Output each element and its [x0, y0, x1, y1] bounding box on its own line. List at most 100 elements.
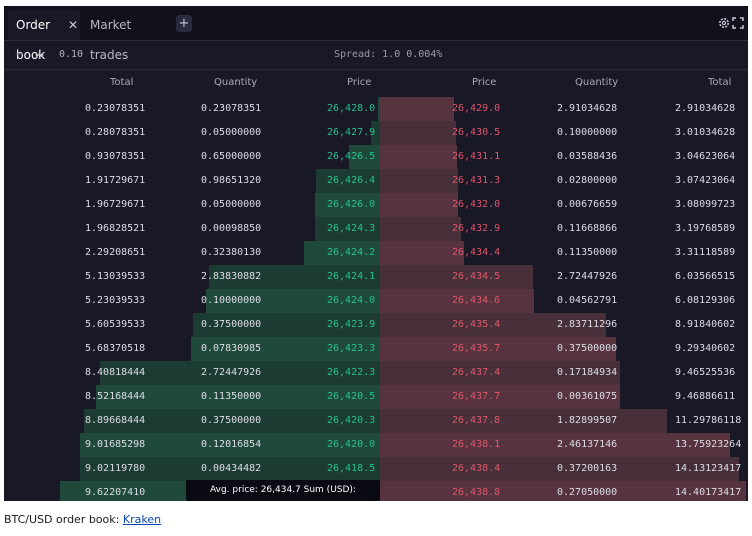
bid-total-cell: 8.89668444 — [85, 415, 146, 426]
ask-depth-bar — [380, 169, 458, 193]
bid-total-cell: 5.13039533 — [85, 271, 146, 282]
ask-quantity-cell: 0.02800000 — [557, 175, 618, 186]
ask-price-cell: 26,430.5 — [452, 127, 501, 138]
bid-price-cell: 26,424.0 — [327, 295, 376, 306]
bid-total-cell: 9.62207410 — [85, 487, 146, 498]
ask-total-cell: 3.08099723 — [675, 199, 736, 210]
ask-total-cell: 13.75923264 — [675, 439, 742, 450]
table-row[interactable]: 5.13039533 2.83830882 26,424.1 26,434.5 2.72… — [4, 265, 748, 289]
add-tab-button[interactable]: + — [176, 15, 192, 32]
table-row[interactable]: 5.68370518 0.07830985 26,423.3 26,435.7 0.37… — [4, 337, 748, 361]
bid-total-cell: 1.96828521 — [85, 223, 146, 234]
ask-depth-bar — [380, 121, 456, 145]
table-row[interactable]: 0.93078351 0.65000000 26,426.5 26,431.1 0.03… — [4, 145, 748, 169]
spread-indicator: Spread: 1.0 0.004% — [334, 49, 443, 60]
table-row[interactable]: 1.96729671 0.05000000 26,426.0 26,432.0 0.00… — [4, 193, 748, 217]
bid-price-cell: 26,426.0 — [327, 199, 376, 210]
ask-quantity-cell: 0.11350000 — [557, 247, 618, 258]
bid-total-cell: 9.02119780 — [85, 463, 146, 474]
tab-order-book[interactable]: Order book ✕ — [8, 10, 80, 62]
ask-quantity-cell: 0.37500000 — [557, 343, 618, 354]
ask-price-cell: 26,431.3 — [452, 175, 501, 186]
bid-quantity-cell: 0.23078351 — [201, 103, 262, 114]
decrease-grouping-button[interactable]: − — [15, 48, 25, 61]
bid-price-cell: 26,423.3 — [327, 343, 376, 354]
bid-total-cell: 5.60539533 — [85, 319, 146, 330]
ask-total-cell: 9.46525536 — [675, 367, 736, 378]
order-book-widget: Order book ✕ Market trades + − + 0.10 Sp… — [4, 6, 748, 501]
ask-quantity-cell: 0.00676659 — [557, 199, 618, 210]
bid-price-cell: 26,424.1 — [327, 271, 376, 282]
depth-tooltip: Avg. price: 26,434.7 Sum (USD): 380,706.… — [186, 480, 380, 501]
table-row[interactable]: 9.02119780 0.00434482 26,418.5 26,438.4 0.37… — [4, 457, 748, 481]
bid-price-cell: 26,420.0 — [327, 439, 376, 450]
bid-quantity-cell: 0.37500000 — [201, 415, 262, 426]
bid-quantity-cell: 0.10000000 — [201, 295, 262, 306]
ask-quantity-cell: 0.27050000 — [557, 487, 618, 498]
gear-icon[interactable] — [718, 17, 730, 29]
ask-total-cell: 3.31118589 — [675, 247, 736, 258]
fullscreen-icon[interactable] — [732, 17, 744, 29]
caption: BTC/USD order book: Kraken — [4, 512, 161, 528]
bid-total-cell: 0.23078351 — [85, 103, 146, 114]
table-row[interactable]: 8.52168444 0.11350000 26,420.5 26,437.7 0.00… — [4, 385, 748, 409]
ask-quantity-cell: 2.91034628 — [557, 103, 618, 114]
ask-total-cell: 3.07423064 — [675, 175, 736, 186]
table-row[interactable]: 1.96828521 0.00098850 26,424.3 26,432.9 0.11… — [4, 217, 748, 241]
ask-price-cell: 26,434.5 — [452, 271, 501, 282]
ask-depth-bar — [380, 145, 457, 169]
table-row[interactable]: 0.23078351 0.23078351 26,428.0 26,429.0 2.91… — [4, 97, 748, 121]
kraken-link[interactable]: Kraken — [123, 513, 161, 526]
bid-total-cell: 2.29208651 — [85, 247, 146, 258]
table-row[interactable]: 2.29208651 0.32380130 26,424.2 26,434.4 0.11… — [4, 241, 748, 265]
ask-quantity-cell: 0.00361075 — [557, 391, 618, 402]
ask-total-cell: 9.46886611 — [675, 391, 736, 402]
header-ask-total: Total — [708, 77, 732, 88]
close-icon[interactable]: ✕ — [68, 10, 78, 40]
ask-quantity-cell: 2.72447926 — [557, 271, 618, 282]
table-row[interactable]: 0.28078351 0.05000000 26,427.9 26,430.5 0.10… — [4, 121, 748, 145]
table-row[interactable]: 8.89668444 0.37500000 26,420.3 26,437.8 1.82… — [4, 409, 748, 433]
ask-price-cell: 26,429.0 — [452, 103, 501, 114]
bid-total-cell: 9.01685298 — [85, 439, 146, 450]
bid-quantity-cell: 0.00434482 — [201, 463, 262, 474]
bid-price-cell: 26,422.3 — [327, 367, 376, 378]
ask-depth-bar — [380, 193, 458, 217]
ask-price-cell: 26,432.9 — [452, 223, 501, 234]
ask-total-cell: 3.19768589 — [675, 223, 736, 234]
bid-total-cell: 0.28078351 — [85, 127, 146, 138]
tab-market-trades[interactable]: Market trades — [90, 10, 160, 62]
bid-total-cell: 5.68370518 — [85, 343, 146, 354]
bid-quantity-cell: 0.32380130 — [201, 247, 262, 258]
ask-total-cell: 6.08129306 — [675, 295, 736, 306]
ask-quantity-cell: 0.17184934 — [557, 367, 618, 378]
bid-price-cell: 26,418.5 — [327, 463, 376, 474]
ask-depth-bar — [380, 409, 667, 433]
table-row[interactable]: 9.01685298 0.12016854 26,420.0 26,438.1 2.46… — [4, 433, 748, 457]
bid-quantity-cell: 0.05000000 — [201, 127, 262, 138]
bid-quantity-cell: 0.07830985 — [201, 343, 262, 354]
ask-quantity-cell: 2.46137146 — [557, 439, 618, 450]
header-bid-price: Price — [347, 77, 372, 88]
bid-quantity-cell: 0.11350000 — [201, 391, 262, 402]
table-row[interactable]: 5.23039533 0.10000000 26,424.0 26,434.6 0.04… — [4, 289, 748, 313]
ask-quantity-cell: 0.04562791 — [557, 295, 618, 306]
bid-quantity-cell: 0.12016854 — [201, 439, 262, 450]
ask-price-cell: 26,438.4 — [452, 463, 501, 474]
ask-price-cell: 26,434.6 — [452, 295, 501, 306]
ask-total-cell: 11.29786118 — [675, 415, 742, 426]
ask-quantity-cell: 1.82899507 — [557, 415, 618, 426]
order-book-toolbar: − + 0.10 Spread: 1.0 0.004% — [4, 41, 748, 70]
bid-total-cell: 1.91729671 — [85, 175, 146, 186]
table-row[interactable]: 1.91729671 0.98651320 26,426.4 26,431.3 0.02… — [4, 169, 748, 193]
bid-quantity-cell: 0.05000000 — [201, 199, 262, 210]
bid-quantity-cell: 0.00098850 — [201, 223, 262, 234]
increase-grouping-button[interactable]: + — [35, 48, 47, 63]
table-row[interactable]: 8.40818444 2.72447926 26,422.3 26,437.4 0.17… — [4, 361, 748, 385]
table-row[interactable]: 5.60539533 0.37500000 26,423.9 26,435.4 2.83… — [4, 313, 748, 337]
bid-quantity-cell: 2.83830882 — [201, 271, 262, 282]
bid-total-cell: 1.96729671 — [85, 199, 146, 210]
ask-total-cell: 6.03566515 — [675, 271, 736, 282]
header-bid-quantity: Quantity — [214, 77, 258, 88]
bid-quantity-cell: 0.37500000 — [201, 319, 262, 330]
